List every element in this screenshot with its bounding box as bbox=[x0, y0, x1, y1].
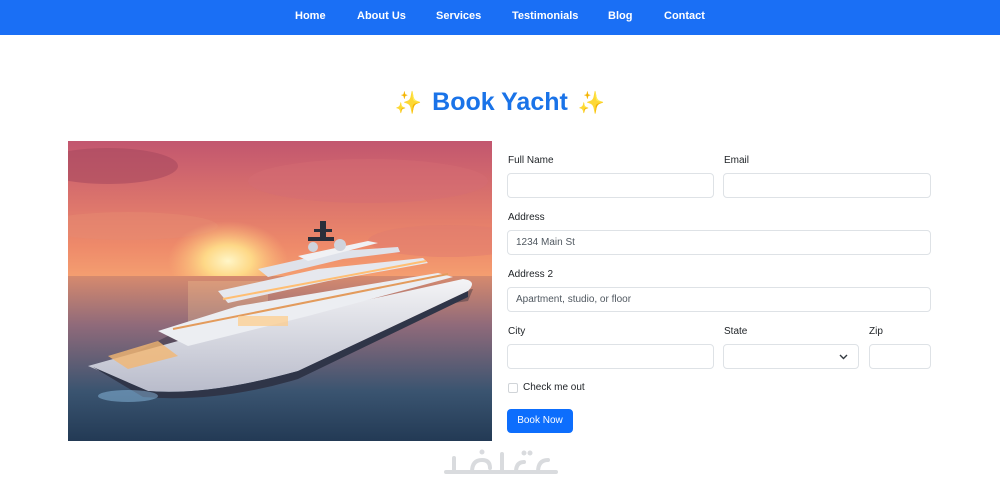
zip-label: Zip bbox=[869, 326, 883, 337]
page-title-text: Book Yacht bbox=[432, 88, 568, 116]
chevron-down-icon bbox=[839, 354, 848, 360]
state-label: State bbox=[724, 326, 748, 337]
check-me-out-label[interactable]: Check me out bbox=[523, 382, 585, 393]
email-label: Email bbox=[724, 155, 750, 166]
city-field[interactable] bbox=[507, 344, 714, 369]
sparkles-icon: ✨ bbox=[394, 90, 423, 115]
yacht-photo bbox=[68, 141, 492, 441]
sparkles-icon: ✨ bbox=[577, 90, 606, 115]
nav-blog-link[interactable]: Blog bbox=[608, 10, 632, 22]
nav-contact-link[interactable]: Contact bbox=[664, 10, 705, 22]
page-title: ✨ Book Yacht ✨ bbox=[0, 88, 1000, 117]
address-label: Address bbox=[508, 212, 545, 223]
nav-home-link[interactable]: Home bbox=[295, 10, 326, 22]
nav-testimonials-link[interactable]: Testimonials bbox=[512, 10, 578, 22]
check-me-out-checkbox[interactable] bbox=[508, 383, 518, 393]
book-now-button[interactable]: Book Now bbox=[507, 409, 573, 433]
state-select[interactable] bbox=[723, 344, 859, 369]
address2-field[interactable] bbox=[507, 287, 931, 312]
full-name-label: Full Name bbox=[508, 155, 554, 166]
top-navbar: Home About Us Services Testimonials Blog… bbox=[0, 0, 1000, 35]
address-field[interactable] bbox=[507, 230, 931, 255]
city-label: City bbox=[508, 326, 526, 337]
nav-services-link[interactable]: Services bbox=[436, 10, 481, 22]
zip-field[interactable] bbox=[869, 344, 931, 369]
email-field[interactable] bbox=[723, 173, 931, 198]
full-name-field[interactable] bbox=[507, 173, 714, 198]
khamsat-watermark bbox=[440, 446, 562, 482]
nav-about-link[interactable]: About Us bbox=[357, 10, 406, 22]
address2-label: Address 2 bbox=[508, 269, 554, 280]
